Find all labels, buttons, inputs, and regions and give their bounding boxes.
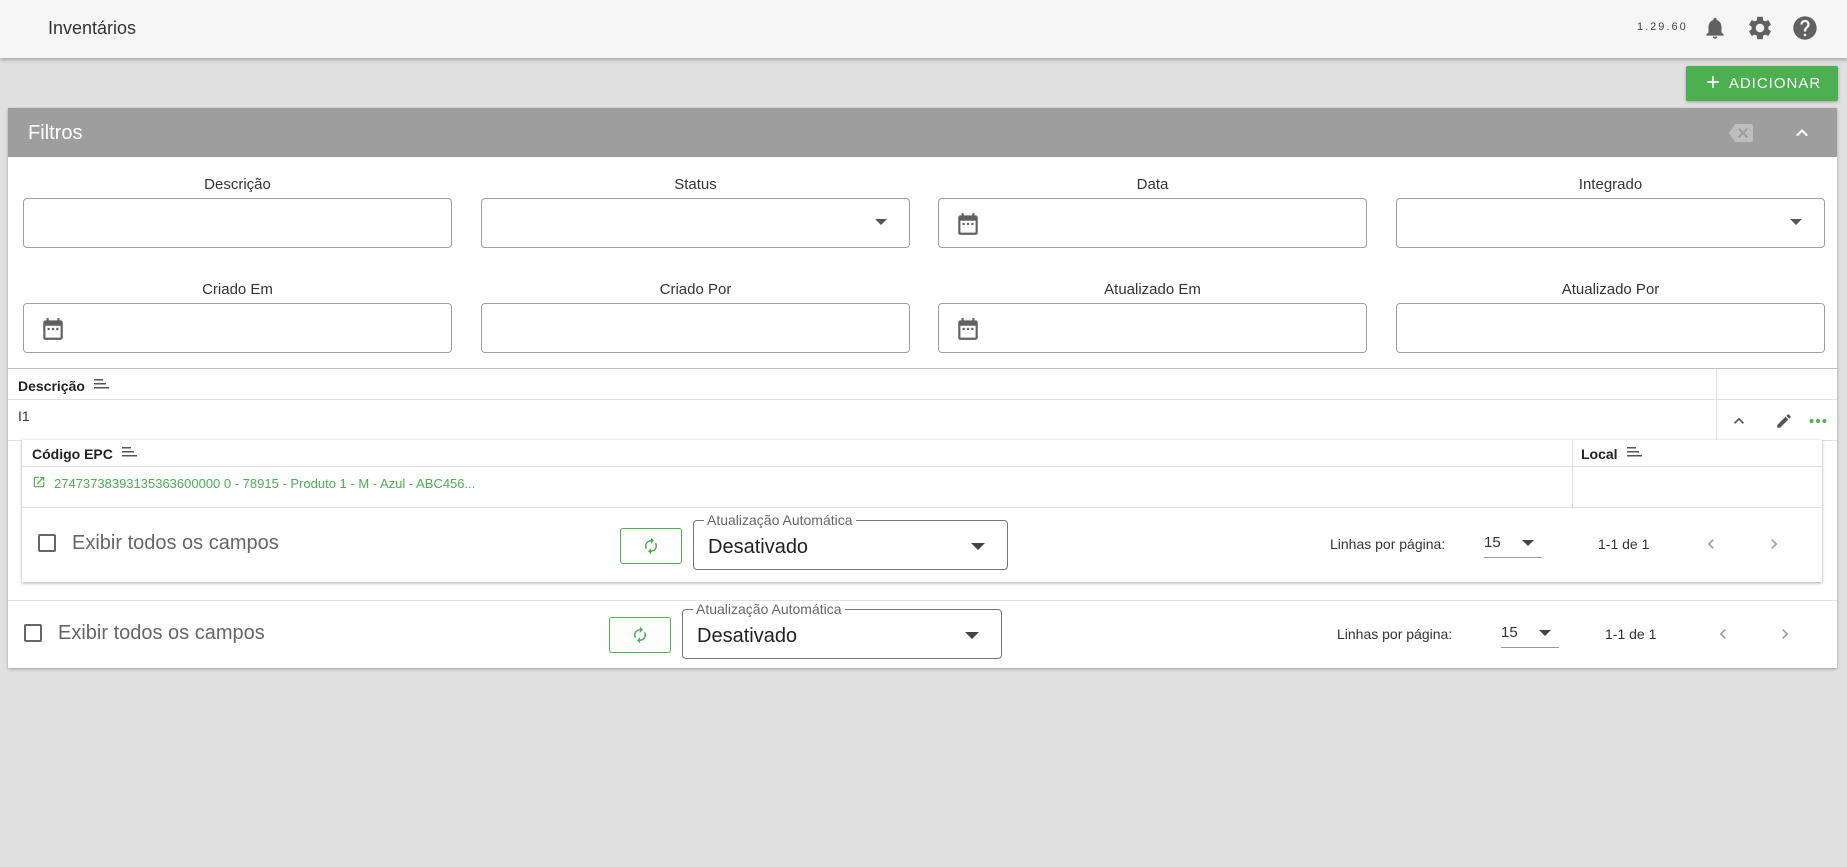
column-header-codigo-epc[interactable]: Código EPC (32, 445, 137, 462)
calendar-icon[interactable] (955, 316, 981, 347)
show-all-fields-label: Exibir todos os campos (72, 532, 279, 554)
grid-footer: Exibir todos os campos Atualização Autom… (8, 600, 1837, 668)
add-button[interactable]: ADICIONAR (1686, 66, 1838, 101)
plus-icon (1703, 72, 1723, 96)
column-header-label: Local (1581, 445, 1618, 462)
filter-atualizado-por-input[interactable] (1396, 303, 1825, 353)
dropdown-caret-icon (1790, 219, 1802, 225)
column-divider (1572, 467, 1573, 508)
app-version: 1.29.60 (1637, 21, 1688, 33)
grid-header: Descrição (8, 369, 1837, 400)
add-button-label: ADICIONAR (1728, 75, 1822, 92)
next-page-chevron-right-icon[interactable] (1762, 532, 1786, 556)
main-panel: Filtros Descrição Status Data Integrado … (8, 108, 1837, 668)
filter-integrado-select[interactable] (1396, 198, 1825, 248)
filter-atualizado-por-field[interactable] (1397, 304, 1824, 352)
filters-title: Filtros (28, 122, 83, 144)
rows-per-page-select[interactable]: 15 (1484, 528, 1542, 558)
cell-descricao: I1 (18, 408, 30, 424)
help-icon[interactable] (1790, 13, 1820, 43)
rows-per-page-label: Linhas por página: (1330, 536, 1446, 552)
collapse-filters-chevron-up-icon[interactable] (1789, 120, 1815, 146)
detail-header: Código EPC Local (22, 440, 1822, 467)
next-page-chevron-right-icon[interactable] (1773, 622, 1797, 646)
auto-refresh-label: Atualização Automática (693, 601, 845, 617)
filter-status-select[interactable] (481, 198, 910, 248)
column-header-descricao[interactable]: Descrição (18, 377, 109, 394)
filter-label-criado-em: Criado Em (202, 281, 273, 298)
column-divider (1572, 440, 1573, 467)
row-detail-panel: Código EPC Local 27473738393135363600000… (22, 440, 1822, 582)
table-row[interactable]: I1 (8, 400, 1837, 441)
notifications-bell-icon[interactable] (1700, 13, 1730, 43)
pagination-info: 1-1 de 1 (1598, 536, 1650, 552)
page-title: Inventários (48, 18, 137, 38)
filter-label-atualizado-por: Atualizado Por (1561, 281, 1660, 298)
filter-label-data: Data (1136, 176, 1169, 193)
column-header-label: Descrição (18, 377, 85, 394)
pagination-info: 1-1 de 1 (1605, 626, 1657, 642)
calendar-icon[interactable] (40, 316, 66, 347)
previous-page-chevron-left-icon[interactable] (1711, 622, 1735, 646)
show-all-fields-checkbox[interactable] (38, 534, 56, 552)
filter-label-integrado: Integrado (1578, 176, 1643, 193)
sort-lines-icon[interactable] (1626, 445, 1642, 462)
refresh-button[interactable] (620, 528, 682, 564)
column-header-local[interactable]: Local (1581, 445, 1642, 462)
collapse-row-chevron-up-icon[interactable] (1728, 410, 1750, 432)
filter-atualizado-em-date-input[interactable] (938, 303, 1367, 353)
inventory-grid: Descrição I1 (8, 368, 1837, 441)
more-options-icon[interactable] (1807, 410, 1829, 432)
previous-page-chevron-left-icon[interactable] (1699, 532, 1723, 556)
dropdown-caret-icon (1539, 630, 1551, 636)
epc-link-text: 27473738393135363600000 0 - 78915 - Prod… (54, 476, 476, 491)
auto-refresh-select[interactable]: Atualização Automática Desativado (693, 512, 1008, 570)
dropdown-caret-icon (971, 543, 985, 550)
auto-refresh-value: Desativado (708, 536, 809, 558)
column-header-label: Código EPC (32, 445, 113, 462)
auto-refresh-value: Desativado (697, 625, 798, 647)
filter-criado-em-date-input[interactable] (23, 303, 452, 353)
filter-descricao-field[interactable] (24, 199, 451, 247)
column-divider (1716, 400, 1717, 441)
sort-lines-icon[interactable] (93, 377, 109, 394)
settings-gear-icon[interactable] (1745, 13, 1775, 43)
filter-label-status: Status (674, 176, 717, 193)
dropdown-caret-icon (965, 632, 979, 639)
rows-per-page-value: 15 (1484, 534, 1501, 551)
detail-footer: Exibir todos os campos Atualização Autom… (22, 508, 1822, 570)
top-app-bar: Inventários 1.29.60 (0, 0, 1847, 58)
rows-per-page-select[interactable]: 15 (1501, 618, 1559, 648)
auto-refresh-select[interactable]: Atualização Automática Desativado (682, 601, 1002, 659)
filter-criado-por-field[interactable] (482, 304, 909, 352)
show-all-fields-checkbox[interactable] (24, 624, 42, 642)
filter-data-date-input[interactable] (938, 198, 1367, 248)
refresh-button[interactable] (609, 617, 671, 653)
dropdown-caret-icon (875, 219, 887, 225)
calendar-icon[interactable] (955, 211, 981, 242)
show-all-fields-label: Exibir todos os campos (58, 622, 265, 644)
epc-link[interactable]: 27473738393135363600000 0 - 78915 - Prod… (32, 475, 475, 492)
filter-label-criado-por: Criado Por (659, 281, 732, 298)
filter-label-descricao: Descrição (204, 176, 271, 193)
filter-criado-por-input[interactable] (481, 303, 910, 353)
clear-filters-icon[interactable] (1728, 120, 1754, 146)
rows-per-page-label: Linhas por página: (1337, 626, 1453, 642)
open-in-new-icon (32, 475, 46, 492)
filter-descricao-input[interactable] (23, 198, 452, 248)
table-row[interactable]: 27473738393135363600000 0 - 78915 - Prod… (22, 467, 1822, 508)
sort-lines-icon[interactable] (121, 445, 137, 462)
edit-pencil-icon[interactable] (1773, 410, 1795, 432)
column-divider (1716, 369, 1717, 400)
filters-header: Filtros (8, 108, 1837, 157)
auto-refresh-label: Atualização Automática (704, 512, 856, 528)
filter-label-atualizado-em: Atualizado Em (1104, 281, 1201, 298)
rows-per-page-value: 15 (1501, 624, 1518, 641)
dropdown-caret-icon (1522, 540, 1534, 546)
